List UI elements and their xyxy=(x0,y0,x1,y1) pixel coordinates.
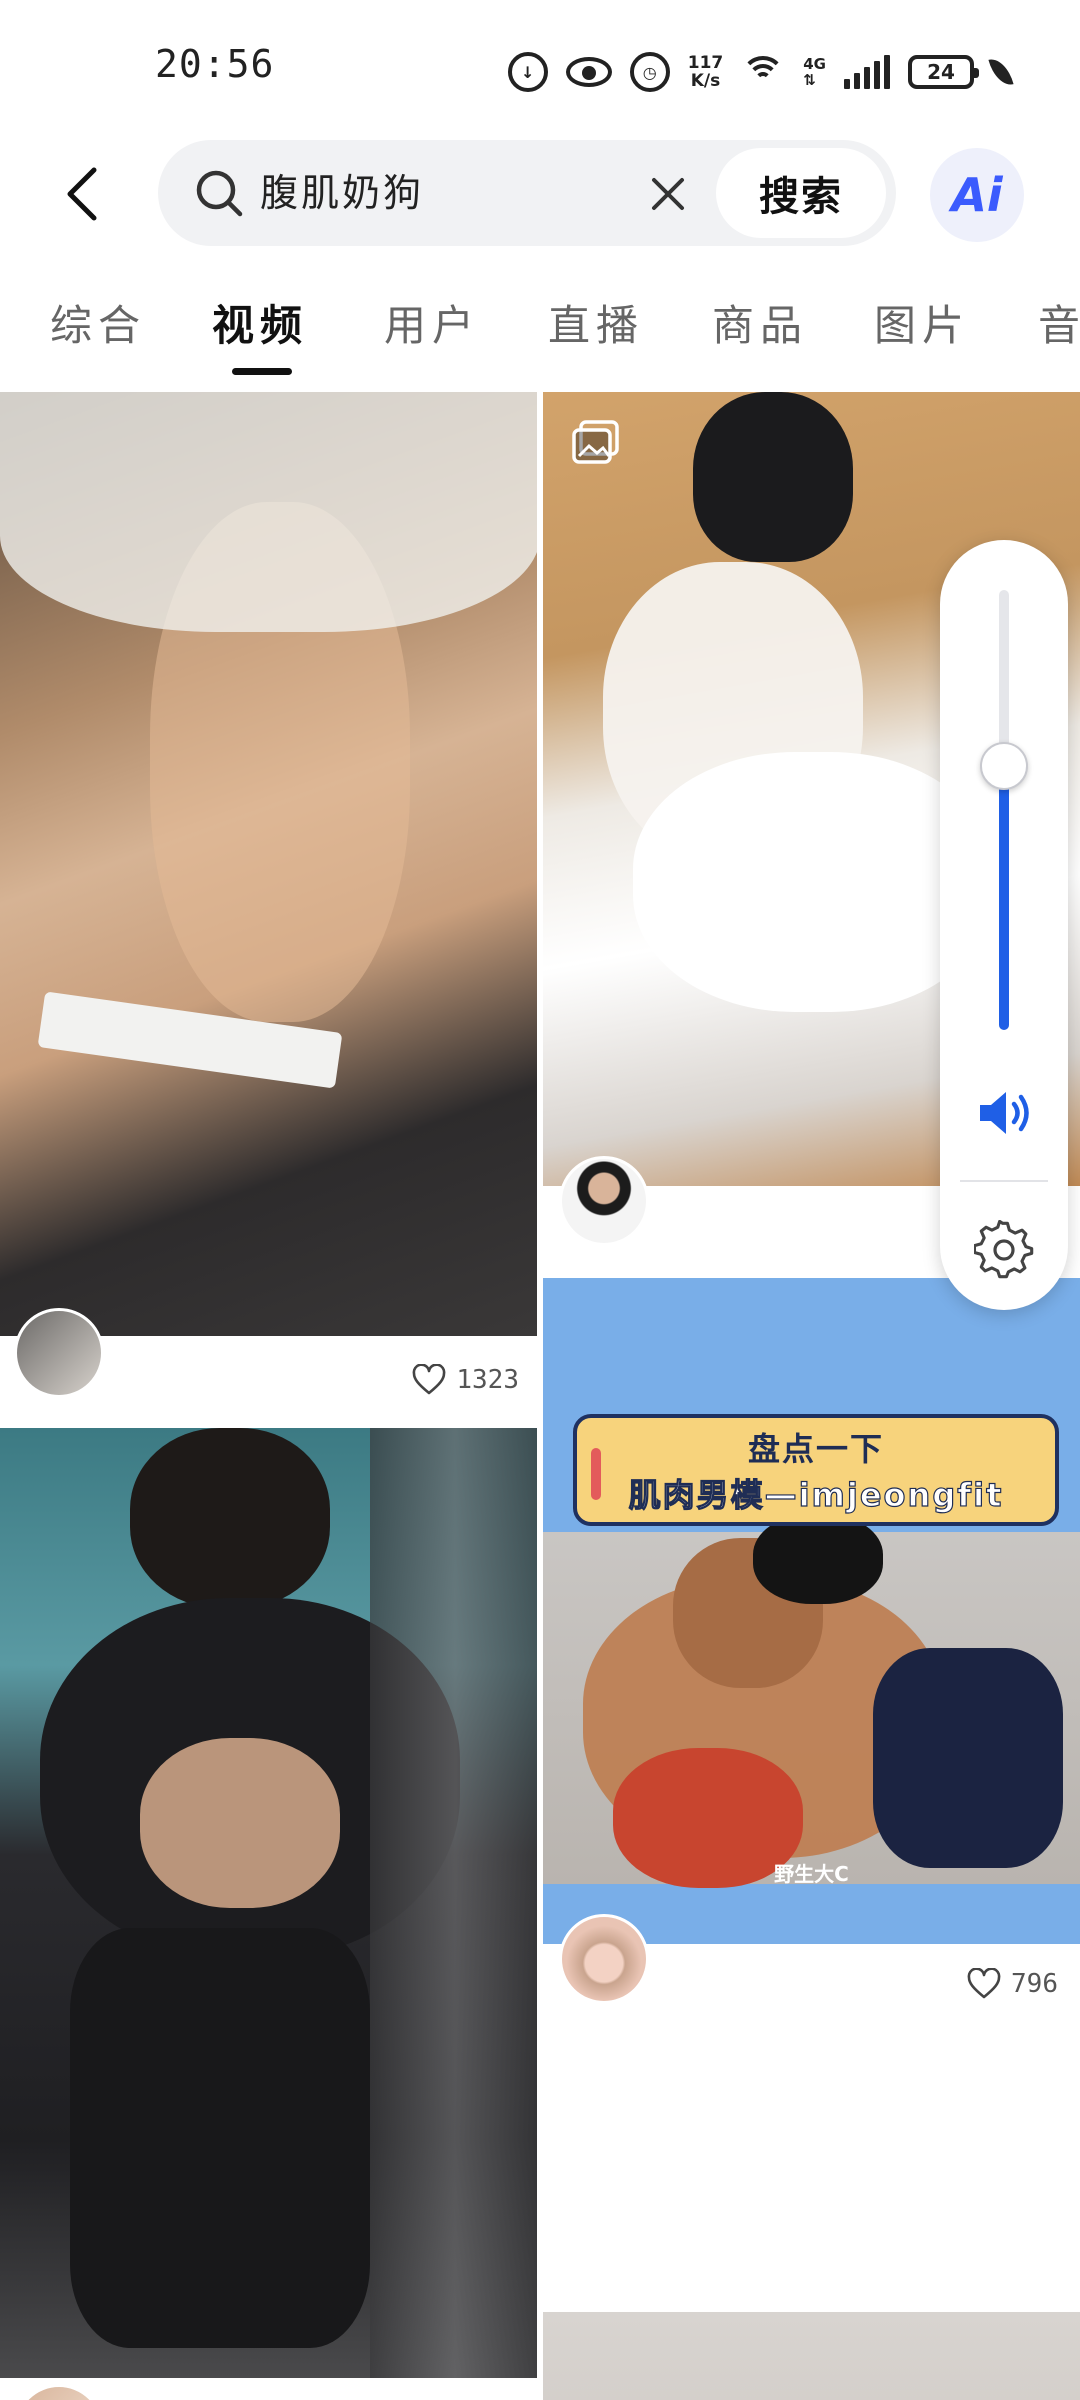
heart-icon xyxy=(967,1968,1001,1999)
video-thumbnail: 盘点一下 肌肉男模—imjeongfit 野生大C xyxy=(543,1278,1080,1944)
video-feed: 1323 盘点一下 肌肉男模—imjeongfit 野生大C 796 xyxy=(0,392,1080,2400)
video-card[interactable]: 盘点一下 肌肉男模—imjeongfit 野生大C 796 xyxy=(543,1278,1080,2018)
like-count-value: 796 xyxy=(1011,1969,1058,1999)
video-card[interactable]: 1323 xyxy=(0,392,537,1422)
tab-users[interactable]: 用户 xyxy=(384,292,480,353)
volume-slider[interactable] xyxy=(999,590,1009,1030)
watermark: 野生大C xyxy=(774,1862,849,1886)
search-input[interactable]: 腹肌奶狗 xyxy=(260,166,424,220)
status-bar: 20:56 ↓ ◷ 117 K/s 4G ⇅ 24 xyxy=(0,0,1080,140)
video-thumbnail xyxy=(0,1428,537,2378)
video-title-banner: 盘点一下 肌肉男模—imjeongfit xyxy=(573,1414,1059,1526)
volume-slider-handle[interactable] xyxy=(980,742,1028,790)
data-saver-icon: ↓ xyxy=(507,52,548,92)
tab-products[interactable]: 商品 xyxy=(712,292,808,353)
result-tabs: 综合 视频 用户 直播 商品 图片 音 xyxy=(0,280,1080,390)
battery-icon: 24 xyxy=(908,55,979,89)
tab-images[interactable]: 图片 xyxy=(874,292,970,353)
tab-live[interactable]: 直播 xyxy=(548,292,644,353)
ai-assistant-button[interactable]: Ai xyxy=(930,148,1024,242)
chevron-left-icon xyxy=(67,167,97,221)
video-thumbnail xyxy=(0,392,537,1336)
avatar[interactable] xyxy=(559,1914,649,2004)
battery-level: 24 xyxy=(927,60,955,84)
search-button[interactable]: 搜索 xyxy=(716,148,886,238)
tab-video[interactable]: 视频 xyxy=(212,292,308,353)
volume-panel xyxy=(940,540,1068,1310)
eye-icon xyxy=(565,57,612,87)
tab-music[interactable]: 音 xyxy=(1038,292,1080,353)
status-icons: ↓ ◷ 117 K/s 4G ⇅ 24 xyxy=(507,48,1014,96)
status-time: 20:56 xyxy=(155,42,275,86)
wifi-icon xyxy=(741,54,786,90)
search-box[interactable]: 腹肌奶狗 搜索 xyxy=(158,140,896,246)
video-card[interactable] xyxy=(543,2312,1080,2400)
video-thumbnail xyxy=(543,2312,1080,2400)
back-button[interactable] xyxy=(52,164,112,224)
search-header: 腹肌奶狗 搜索 Ai xyxy=(0,140,1080,250)
gallery-icon xyxy=(572,420,619,464)
speed-unit: K/s xyxy=(690,71,721,91)
speed-value: 117 xyxy=(687,53,724,73)
active-tab-indicator xyxy=(232,368,292,375)
video-card[interactable] xyxy=(0,1428,537,2400)
clear-icon[interactable] xyxy=(644,170,692,218)
tab-comprehensive[interactable]: 综合 xyxy=(50,292,146,353)
volume-level-fill xyxy=(999,766,1009,1030)
heart-icon xyxy=(413,1364,446,1395)
network-type: 4G ⇅ xyxy=(803,55,826,89)
banner-line-2: 肌肉男模—imjeongfit xyxy=(628,1475,1004,1514)
avatar[interactable] xyxy=(14,1308,104,1398)
banner-line-1: 盘点一下 xyxy=(747,1430,884,1468)
avatar[interactable] xyxy=(559,1156,649,1246)
like-count[interactable]: 796 xyxy=(967,1968,1058,2000)
speaker-icon[interactable] xyxy=(976,1088,1034,1138)
leaf-icon xyxy=(988,55,1014,89)
ai-label: Ai xyxy=(951,168,1003,222)
search-icon xyxy=(196,170,243,217)
panel-divider xyxy=(960,1180,1048,1182)
network-type-label: 4G xyxy=(803,55,826,73)
like-count-value: 1323 xyxy=(456,1365,519,1395)
gear-icon[interactable] xyxy=(974,1220,1034,1280)
network-speed: 117 K/s xyxy=(688,54,724,90)
alarm-icon: ◷ xyxy=(629,52,670,92)
signal-icon xyxy=(844,55,890,89)
avatar[interactable] xyxy=(14,2384,104,2400)
like-count[interactable]: 1323 xyxy=(412,1364,519,1396)
